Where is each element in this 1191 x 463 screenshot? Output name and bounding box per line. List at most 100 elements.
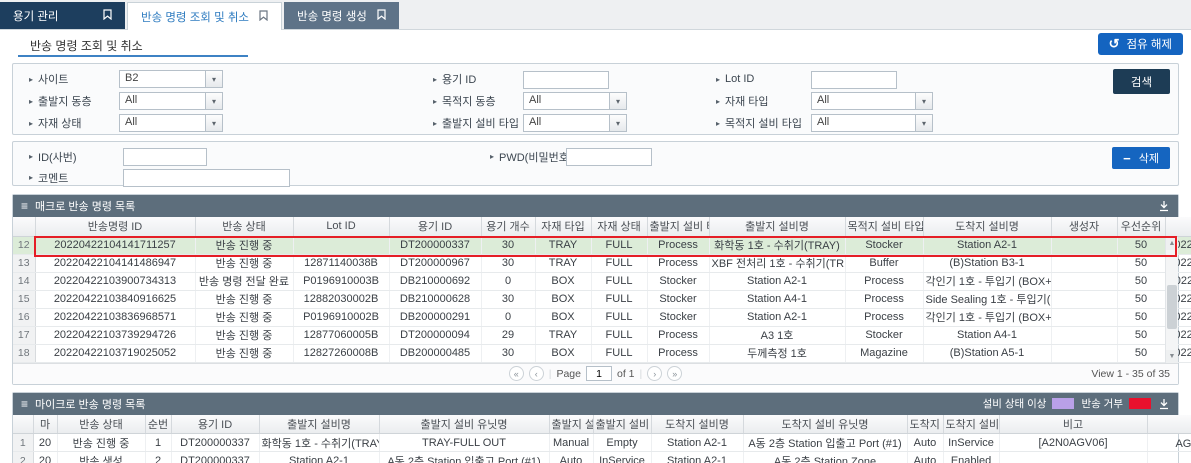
- bullet-icon: ▸: [716, 75, 720, 84]
- table-row[interactable]: 13 20220422104141486947반송 진행 중1287114003…: [13, 254, 1191, 272]
- col-header[interactable]: 용기 ID: [171, 415, 259, 434]
- table-row[interactable]: 16 20220422103836968571반송 진행 중P019691000…: [13, 308, 1191, 326]
- title-row: 반송 명령 조회 및 취소 ↺ 점유 해제: [0, 30, 1191, 57]
- vertical-scrollbar[interactable]: ▲ ▼: [1165, 237, 1178, 363]
- src-eq-type-select[interactable]: All▾: [523, 114, 627, 132]
- row-number: 13: [13, 254, 35, 272]
- col-header[interactable]: 도착지 설: [907, 415, 943, 434]
- release-occupancy-button[interactable]: ↺ 점유 해제: [1098, 33, 1183, 55]
- col-header[interactable]: 우선순위: [1117, 217, 1165, 236]
- pwd-input[interactable]: [566, 148, 652, 166]
- col-rownum[interactable]: [13, 415, 33, 434]
- col-header[interactable]: 출발지 설: [549, 415, 593, 434]
- download-icon[interactable]: [1158, 200, 1170, 212]
- prev-page-button[interactable]: ‹: [529, 366, 544, 381]
- col-header[interactable]: 반송 상태: [195, 217, 293, 236]
- col-header[interactable]: 출발지 설비 유닛명: [379, 415, 549, 434]
- table-row[interactable]: 15 20220422103840916625반송 진행 중1288203000…: [13, 290, 1191, 308]
- legend-transfer-reject: 반송 거부: [1081, 396, 1151, 411]
- delete-button[interactable]: − 삭제: [1112, 147, 1170, 169]
- tab-transfer-inquiry-cancel[interactable]: 반송 명령 조회 및 취소: [127, 2, 282, 30]
- col-header[interactable]: 이벤트 명: [1147, 415, 1191, 434]
- page-number-input[interactable]: [586, 366, 612, 381]
- comment-input[interactable]: [123, 169, 290, 187]
- chevron-down-icon[interactable]: ▾: [915, 93, 932, 109]
- id-input[interactable]: [123, 148, 207, 166]
- cell: A동 2층 Station Zone: [743, 452, 907, 463]
- table-row[interactable]: 14 20220422103900734313반송 명령 전달 완료P01969…: [13, 272, 1191, 290]
- material-state-select[interactable]: All▾: [119, 114, 223, 132]
- col-header[interactable]: 비고: [999, 415, 1147, 434]
- cell: [A2N0AGV06]: [999, 434, 1147, 452]
- cell: (B)Station B3-1: [923, 254, 1051, 272]
- cell: 반송 진행 중: [195, 308, 293, 326]
- macro-grid-title: 매크로 반송 명령 목록: [35, 198, 135, 214]
- container-id-input[interactable]: [523, 71, 609, 89]
- col-header[interactable]: 도착지 설비 유닛명: [743, 415, 907, 434]
- scrollbar-thumb[interactable]: [1167, 285, 1177, 329]
- last-page-button[interactable]: »: [667, 366, 682, 381]
- cell: BOX: [535, 344, 591, 362]
- table-row[interactable]: 17 20220422103739294726반송 진행 중1287706000…: [13, 326, 1191, 344]
- col-header[interactable]: 목적지 설비 타입: [845, 217, 923, 236]
- chevron-down-icon[interactable]: ▾: [205, 71, 222, 87]
- next-page-button[interactable]: ›: [647, 366, 662, 381]
- chevron-down-icon[interactable]: ▾: [609, 93, 626, 109]
- table-row[interactable]: 18 20220422103719025052반송 진행 중1282726000…: [13, 344, 1191, 362]
- col-header[interactable]: 생성 일시: [1165, 217, 1191, 236]
- col-header[interactable]: 출발지 설비: [593, 415, 651, 434]
- col-header[interactable]: 도착지 설비명: [923, 217, 1051, 236]
- col-header[interactable]: 용기 ID: [389, 217, 481, 236]
- col-header[interactable]: 용기 개수: [481, 217, 535, 236]
- tab-container-management[interactable]: 용기 관리: [0, 2, 125, 29]
- cell: Stocker: [647, 290, 709, 308]
- col-header[interactable]: 출발지 설비 타입: [647, 217, 709, 236]
- cell: 20220422103840916625: [35, 290, 195, 308]
- site-select[interactable]: B2▾: [119, 70, 223, 88]
- macro-grid-body: 반송명령 ID 반송 상태 Lot ID 용기 ID 용기 개수 자재 타입 자…: [13, 217, 1178, 363]
- cell: Side Sealing 1호 - 투입기(B: [923, 290, 1051, 308]
- main-content: ▸사이트 B2▾ ▸용기 ID ▸Lot ID ▸출발지 동층 All▾ ▸목적…: [0, 57, 1191, 463]
- scroll-down-icon[interactable]: ▼: [1166, 350, 1178, 363]
- chevron-down-icon[interactable]: ▾: [915, 115, 932, 131]
- dst-floor-select[interactable]: All▾: [523, 92, 627, 110]
- table-row[interactable]: 2 20반송 생성2DT200000337Station A2-1A동 2층 S…: [13, 452, 1191, 463]
- download-icon[interactable]: [1158, 398, 1170, 410]
- tab-transfer-create[interactable]: 반송 명령 생성: [284, 2, 399, 29]
- menu-icon[interactable]: ≡: [21, 397, 28, 411]
- col-header[interactable]: 반송명령 ID: [35, 217, 195, 236]
- cell: DT200000337: [389, 236, 481, 254]
- col-header[interactable]: 반송 상태: [57, 415, 145, 434]
- bookmark-icon[interactable]: [103, 9, 112, 23]
- col-header[interactable]: 도착지 설비명: [651, 415, 743, 434]
- cell: 1: [145, 434, 171, 452]
- cell: DT200000337: [171, 452, 259, 463]
- bookmark-icon[interactable]: [259, 10, 268, 24]
- bookmark-icon[interactable]: [377, 9, 386, 23]
- col-header[interactable]: 자재 타입: [535, 217, 591, 236]
- col-header[interactable]: Lot ID: [293, 217, 389, 236]
- col-header[interactable]: 순번: [145, 415, 171, 434]
- lot-id-input[interactable]: [811, 71, 897, 89]
- col-header[interactable]: 도착지 설비: [943, 415, 999, 434]
- chevron-down-icon[interactable]: ▾: [609, 115, 626, 131]
- col-rownum[interactable]: [13, 217, 35, 236]
- first-page-button[interactable]: «: [509, 366, 524, 381]
- src-floor-select[interactable]: All▾: [119, 92, 223, 110]
- material-type-select[interactable]: All▾: [811, 92, 933, 110]
- table-row[interactable]: 12 20220422104141711257반송 진행 중DT20000033…: [13, 236, 1191, 254]
- col-header[interactable]: 자재 상태: [591, 217, 647, 236]
- col-header[interactable]: 출발지 설비명: [709, 217, 845, 236]
- search-button[interactable]: 검색: [1113, 69, 1170, 94]
- menu-icon[interactable]: ≡: [21, 199, 28, 213]
- cell: 12877060005B: [293, 326, 389, 344]
- table-row[interactable]: 1 20반송 진행 중1DT200000337화학동 1호 - 수취기(TRAY…: [13, 434, 1191, 452]
- col-header[interactable]: 마: [33, 415, 57, 434]
- chevron-down-icon[interactable]: ▾: [205, 93, 222, 109]
- col-header[interactable]: 생성자: [1051, 217, 1117, 236]
- chevron-down-icon[interactable]: ▾: [205, 115, 222, 131]
- cell: Auto: [907, 434, 943, 452]
- col-header[interactable]: 출발지 설비명: [259, 415, 379, 434]
- dst-eq-type-select[interactable]: All▾: [811, 114, 933, 132]
- scroll-up-icon[interactable]: ▲: [1166, 237, 1178, 250]
